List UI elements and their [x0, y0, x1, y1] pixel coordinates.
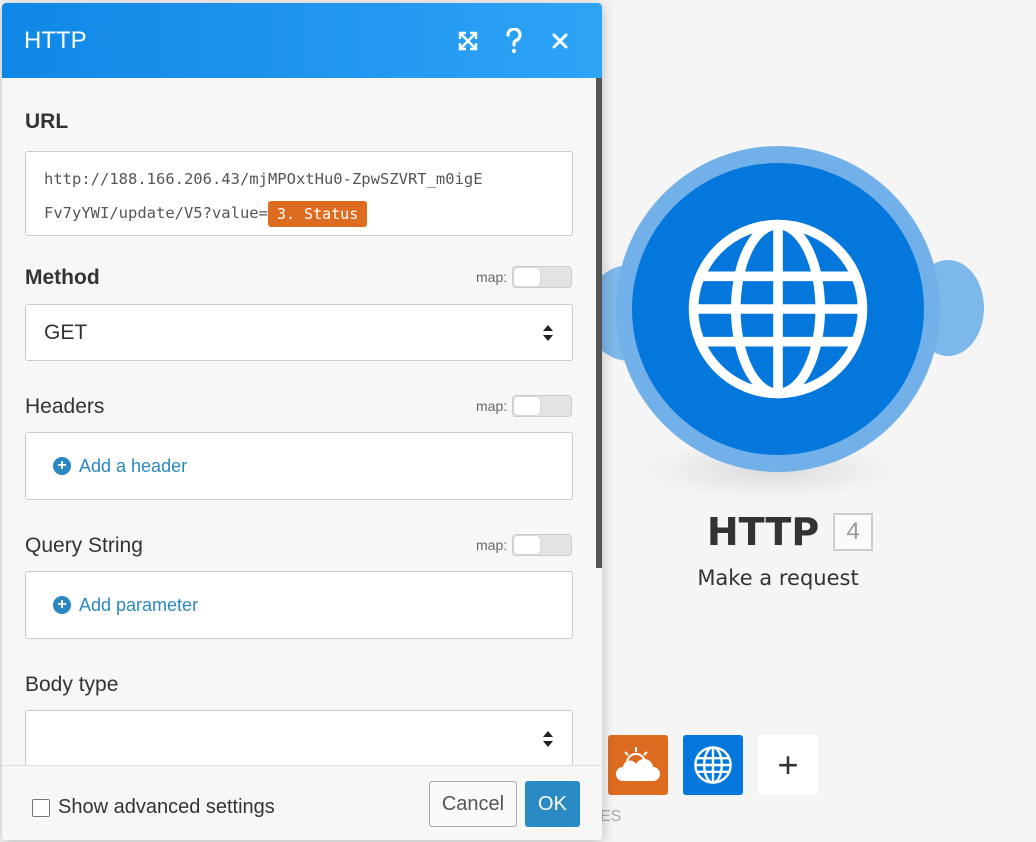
- query-string-map-switch[interactable]: [512, 534, 573, 556]
- dialog-scrollbar[interactable]: [596, 78, 602, 765]
- plus-icon: +: [777, 744, 799, 785]
- dialog-footer: Show advanced settings Cancel OK: [2, 765, 602, 840]
- module-name: HTTP: [706, 510, 820, 554]
- advanced-settings-label: Show advanced settings: [58, 796, 275, 818]
- http-module[interactable]: [632, 163, 924, 455]
- query-string-box: + Add parameter: [25, 571, 573, 639]
- tray-add-button[interactable]: +: [758, 735, 818, 795]
- url-value-line-2: Fv7yYWI/update/V5?value= 3. Status: [44, 196, 554, 230]
- ok-button[interactable]: OK: [525, 781, 580, 827]
- sort-arrows-icon: [543, 730, 553, 747]
- body-type-select[interactable]: [25, 710, 573, 765]
- tray-weather-module[interactable]: [608, 735, 668, 795]
- http-settings-dialog: HTTP URL http://188.166.206.43/mjMPOxtHu…: [2, 3, 602, 840]
- cancel-button[interactable]: Cancel: [429, 781, 517, 827]
- globe-icon: [694, 746, 732, 784]
- module-subtitle: Make a request: [697, 566, 859, 590]
- url-field[interactable]: http://188.166.206.43/mjMPOxtHu0-ZpwSZVR…: [25, 151, 573, 236]
- map-label: map:: [476, 269, 508, 285]
- globe-icon: [688, 219, 868, 399]
- plus-circle-icon: +: [53, 596, 71, 614]
- map-label: map:: [476, 537, 508, 553]
- dialog-header: HTTP: [2, 3, 602, 78]
- dialog-title: HTTP: [24, 26, 87, 54]
- url-label: URL: [25, 110, 69, 133]
- module-title: HTTP 4: [690, 510, 890, 554]
- headers-map-switch[interactable]: [512, 395, 573, 417]
- close-button[interactable]: [540, 21, 580, 61]
- map-label: map:: [476, 398, 508, 414]
- module-number-badge: 4: [833, 513, 874, 551]
- query-string-label: Query String: [25, 534, 143, 557]
- show-advanced-settings[interactable]: Show advanced settings: [32, 796, 275, 819]
- module-tray: +: [608, 735, 818, 795]
- headers-label: Headers: [25, 395, 105, 418]
- sort-arrows-icon: [543, 324, 553, 341]
- close-icon: [552, 33, 568, 48]
- body-type-label: Body type: [25, 673, 119, 696]
- expand-icon: [458, 31, 478, 50]
- tray-caption: ES: [600, 808, 622, 825]
- advanced-settings-checkbox[interactable]: [32, 798, 50, 817]
- plus-circle-icon: +: [53, 457, 71, 475]
- method-map-switch[interactable]: [512, 266, 573, 288]
- query-string-map-toggle: map:: [476, 534, 573, 556]
- headers-box: + Add a header: [25, 432, 573, 500]
- method-map-toggle: map:: [476, 266, 573, 288]
- method-label: Method: [25, 266, 100, 289]
- url-value-line-1: http://188.166.206.43/mjMPOxtHu0-ZpwSZVR…: [44, 170, 483, 188]
- mapped-variable-pill[interactable]: 3. Status: [267, 200, 368, 227]
- headers-map-toggle: map:: [476, 395, 573, 417]
- add-header-link[interactable]: Add a header: [79, 456, 187, 477]
- url-value-text: Fv7yYWI/update/V5?value=: [44, 204, 268, 222]
- help-icon: [506, 27, 522, 53]
- tray-http-module[interactable]: [683, 735, 743, 795]
- expand-button[interactable]: [448, 21, 488, 61]
- method-select[interactable]: GET: [25, 304, 573, 361]
- weather-icon: [616, 747, 660, 781]
- help-button[interactable]: [494, 21, 534, 61]
- dialog-scrollbar-thumb[interactable]: [596, 78, 602, 568]
- method-value: GET: [44, 320, 88, 344]
- add-parameter-link[interactable]: Add parameter: [79, 595, 198, 616]
- dialog-body: URL http://188.166.206.43/mjMPOxtHu0-Zpw…: [2, 78, 602, 765]
